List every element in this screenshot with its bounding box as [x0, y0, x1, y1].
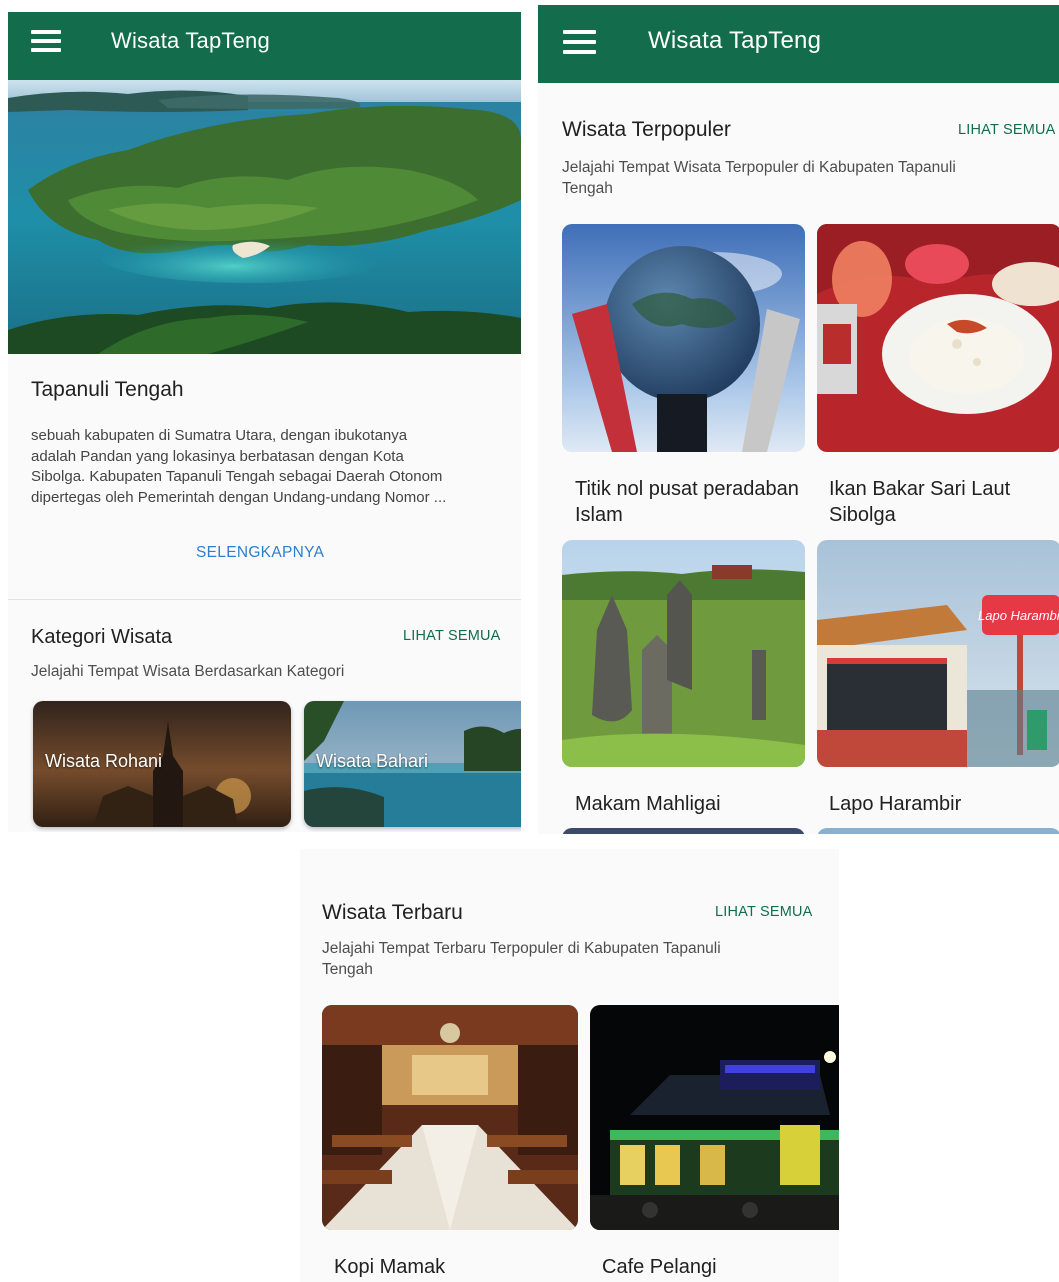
place-card-lapo-harambir[interactable]: Lapo Harambir	[817, 540, 1059, 767]
category-label: Wisata Rohani	[45, 751, 163, 771]
place-name-line: Titik nol pusat peradaban	[575, 478, 799, 500]
home-screen-latest: Wisata Terbaru LIHAT SEMUA Jelajahi Temp…	[300, 849, 839, 1282]
category-label: Wisata Bahari	[316, 751, 429, 771]
place-card-partial[interactable]	[562, 828, 805, 834]
category-card-bahari[interactable]: Wisata Bahari	[304, 701, 521, 827]
intro-description: sebuah kabupaten di Sumatra Utara, denga…	[31, 426, 501, 508]
app-bar: Wisata TapTeng	[538, 5, 1059, 83]
subtitle-line: Tengah	[322, 961, 373, 978]
place-card-cafe-pelangi[interactable]	[590, 1005, 839, 1230]
place-name-line: Ikan Bakar Sari Laut	[829, 478, 1011, 500]
place-name-kopi-mamak: Kopi Mamak	[334, 1256, 446, 1278]
home-screen-top: Wisata TapTeng Tapanuli Tengah sebuah ka…	[8, 12, 521, 832]
section-divider	[8, 599, 521, 600]
intro-description-line: Sibolga. Kabupaten Tapanuli Tengah sebag…	[31, 468, 443, 485]
place-card-makam-mahligai[interactable]	[562, 540, 805, 767]
menu-icon[interactable]	[31, 30, 61, 52]
menu-icon[interactable]	[563, 30, 596, 54]
place-name-titik-nol: Titik nol pusat peradaban Islam	[575, 476, 799, 528]
kategori-title: Kategori Wisata	[31, 626, 173, 648]
place-name-line: Islam	[575, 504, 623, 526]
place-card-kopi-mamak[interactable]	[322, 1005, 578, 1230]
category-card-rohani[interactable]: Wisata Rohani	[33, 701, 291, 827]
terbaru-title: Wisata Terbaru	[322, 901, 463, 924]
lapo-harambir-sign: Lapo Harambir	[978, 608, 1059, 623]
app-title: Wisata TapTeng	[111, 28, 270, 53]
selengkapnya-button[interactable]: SELENGKAPNYA	[196, 544, 324, 562]
kategori-see-all-link[interactable]: LIHAT SEMUA	[403, 628, 501, 644]
place-name-lapo-harambir: Lapo Harambir	[829, 791, 961, 817]
terpopuler-subtitle: Jelajahi Tempat Wisata Terpopuler di Kab…	[562, 157, 1032, 199]
terpopuler-see-all-link[interactable]: LIHAT SEMUA	[958, 122, 1056, 138]
home-screen-popular: Wisata TapTeng Wisata Terpopuler LIHAT S…	[538, 5, 1059, 834]
intro-description-line: sebuah kabupaten di Sumatra Utara, denga…	[31, 427, 408, 444]
subtitle-line: Tengah	[562, 180, 613, 197]
lapo-harambir-image: Lapo Harambir	[817, 540, 1059, 767]
place-name-line: Makam Mahligai	[575, 793, 721, 815]
app-bar: Wisata TapTeng	[8, 12, 521, 80]
place-name-cafe-pelangi: Cafe Pelangi	[602, 1256, 717, 1278]
place-card-titik-nol[interactable]	[562, 224, 805, 452]
hero-image	[8, 80, 521, 354]
intro-description-line: adalah Pandan yang lokasinya berbatasan …	[31, 447, 404, 465]
kategori-subtitle: Jelajahi Tempat Wisata Berdasarkan Kateg…	[31, 663, 345, 680]
place-name-line: Sibolga	[829, 504, 896, 526]
place-card-partial[interactable]	[817, 828, 1059, 834]
intro-title: Tapanuli Tengah	[31, 378, 184, 401]
kopi-mamak-interior-image	[322, 1005, 578, 1230]
app-title: Wisata TapTeng	[648, 27, 822, 54]
ikan-bakar-food-image	[817, 224, 1059, 452]
subtitle-line: Jelajahi Tempat Terbaru Terpopuler di Ka…	[322, 940, 721, 957]
hero-island-illustration	[8, 80, 521, 354]
intro-description-line: dipertegas oleh Pemerintah dengan Undang…	[31, 488, 447, 506]
terbaru-see-all-link[interactable]: LIHAT SEMUA	[715, 904, 813, 920]
place-name-line: Lapo Harambir	[829, 793, 962, 815]
makam-mahligai-image	[562, 540, 805, 767]
place-card-ikan-bakar[interactable]	[817, 224, 1059, 452]
cafe-pelangi-night-image	[590, 1005, 839, 1230]
place-name-ikan-bakar: Ikan Bakar Sari Laut Sibolga	[829, 476, 1010, 528]
terpopuler-title: Wisata Terpopuler	[562, 118, 731, 141]
terbaru-subtitle: Jelajahi Tempat Terbaru Terpopuler di Ka…	[322, 938, 822, 980]
subtitle-line: Jelajahi Tempat Wisata Terpopuler di Kab…	[562, 159, 956, 176]
titik-nol-globe-image	[562, 224, 805, 452]
place-name-makam-mahligai: Makam Mahligai	[575, 791, 721, 817]
